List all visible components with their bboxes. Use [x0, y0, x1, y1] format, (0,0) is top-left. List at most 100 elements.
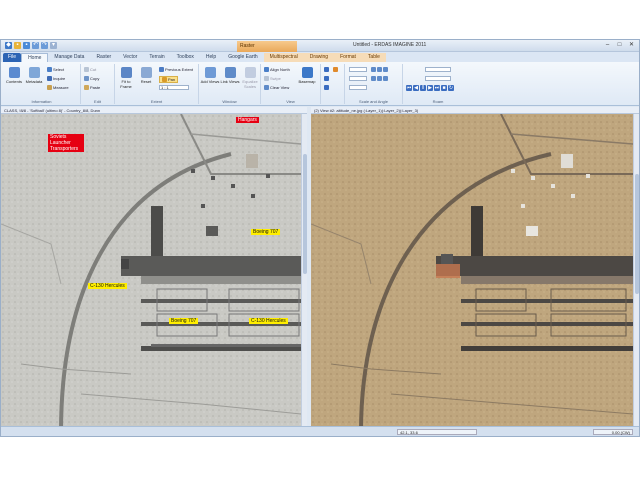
quick-access-toolbar: ◆ ▪ ▪ ↶ ↷ ▾ [5, 42, 57, 49]
app-icon[interactable]: ◆ [5, 42, 12, 49]
pan-hand-icon [162, 77, 167, 83]
rotation-input[interactable] [349, 85, 367, 90]
zoom-roam-button[interactable] [333, 67, 339, 73]
open-icon[interactable]: ▪ [14, 42, 21, 49]
paste-button[interactable]: Paste [84, 85, 100, 91]
annotation-hangars[interactable]: Hangars [236, 117, 259, 123]
clear-view-button[interactable]: Clear View [264, 85, 290, 91]
add-views-button[interactable]: Add Views [200, 67, 220, 84]
scale-input[interactable] [349, 67, 367, 72]
tab-terrain[interactable]: Terrain [143, 53, 170, 62]
contents-label: Contents [5, 79, 22, 84]
scale-field[interactable]: 1 : 1 [159, 85, 189, 90]
view-1-scrollbar[interactable] [301, 114, 307, 432]
previous-extent-icon [159, 67, 164, 73]
angle-buttons[interactable] [371, 76, 389, 82]
view-1-map[interactable]: Soviets Launcher Transporters Hangars Bo… [1, 114, 301, 432]
stop-icon[interactable]: ■ [441, 85, 447, 91]
scale-buttons[interactable] [371, 67, 389, 73]
zoom-out-button[interactable] [324, 76, 330, 82]
coordinate-readout: 42.1, 33.6 [397, 429, 477, 435]
link-views-label: Link Views [220, 79, 240, 84]
pan-button[interactable]: Pan [159, 76, 179, 84]
reset-label: Reset [140, 79, 152, 84]
tab-google-earth[interactable]: Google Earth [222, 53, 263, 62]
view-1-scroll-thumb[interactable] [303, 154, 307, 274]
rewind-icon[interactable]: ◀ [413, 85, 419, 91]
link-views-button[interactable]: Link Views [220, 67, 240, 84]
copy-button[interactable]: Copy [84, 76, 100, 82]
basemap-label: Basemap [298, 79, 316, 84]
view-1-image [1, 114, 301, 432]
clear-view-icon [264, 85, 269, 91]
group-label-roam: Roam [432, 99, 444, 104]
status-bar: 42.1, 33.6 0.00 (CW) [1, 426, 639, 436]
view-2-scrollbar[interactable] [633, 114, 639, 432]
tab-multispectral[interactable]: Multispectral [263, 53, 304, 62]
zoom-in-button[interactable] [324, 67, 330, 73]
tab-format[interactable]: Format [334, 53, 362, 62]
reset-button[interactable]: Reset [136, 67, 156, 84]
inquire-icon [47, 76, 52, 82]
metadata-button[interactable]: Metadata [24, 67, 44, 84]
annotation-boeing-707-2[interactable]: Boeing 707 [169, 318, 199, 324]
annotation-c130-2[interactable]: C-130 Hercules [249, 318, 288, 324]
align-north-button[interactable]: Align North [264, 67, 290, 73]
group-view: Align North Swipe Clear View Basemap Vie… [261, 64, 321, 104]
measure-button[interactable]: Measure [47, 85, 69, 91]
swipe-button[interactable]: Swipe [264, 76, 281, 82]
tab-home[interactable]: Home [21, 53, 49, 62]
tab-toolbox[interactable]: Toolbox [171, 53, 200, 62]
minimize-icon[interactable]: – [604, 42, 611, 49]
tab-file[interactable]: File [3, 53, 22, 62]
roam-nav-controls: ⏮ ◀ ‖ ▶ ⏭ ■ ↻ [406, 85, 455, 91]
first-icon[interactable]: ⏮ [406, 85, 412, 91]
zoom-fixed-button[interactable] [324, 85, 330, 91]
view-2-map[interactable] [311, 114, 633, 432]
fit-to-frame-button[interactable]: Fit to Frame [116, 67, 136, 89]
group-label-edit: Edit [94, 99, 101, 104]
roam-step-field[interactable] [425, 76, 451, 81]
tab-drawing[interactable]: Drawing [303, 53, 335, 62]
tab-vector[interactable]: Vector [117, 53, 143, 62]
tab-raster[interactable]: Raster [90, 53, 117, 62]
undo-icon[interactable]: ↶ [32, 42, 39, 49]
zoom-roam-icon [333, 67, 338, 73]
select-label: Select [53, 67, 65, 72]
pause-icon[interactable]: ‖ [420, 85, 426, 91]
copy-label: Copy [90, 76, 100, 81]
roam-speed-field[interactable] [425, 67, 451, 72]
swipe-icon [264, 76, 269, 82]
last-icon[interactable]: ⏭ [434, 85, 440, 91]
redo-icon[interactable]: ↷ [41, 42, 48, 49]
inquire-button[interactable]: Inquire [47, 76, 65, 82]
cut-button[interactable]: Cut [84, 67, 96, 73]
equalize-scales-button[interactable]: Equalize Scales [240, 67, 260, 89]
view-2-scroll-thumb[interactable] [635, 174, 639, 294]
annotation-boeing-707-1[interactable]: Boeing 707 [251, 229, 281, 235]
customize-qat-icon[interactable]: ▾ [50, 42, 57, 49]
view-2-header: (2) View #2: altitude_ne.jpg (:Layer_1)(… [311, 107, 639, 114]
basemap-button[interactable]: Basemap [297, 67, 317, 84]
select-icon [47, 67, 52, 73]
annotation-c130-1[interactable]: C-130 Hercules [88, 283, 127, 289]
zoom-in-icon [324, 67, 329, 73]
close-icon[interactable]: ✕ [628, 42, 635, 49]
previous-extent-button[interactable]: Previous Extent [159, 67, 193, 73]
contents-button[interactable]: Contents [4, 67, 24, 84]
loop-icon[interactable]: ↻ [448, 85, 454, 91]
maximize-icon[interactable]: □ [616, 42, 623, 49]
select-button[interactable]: Select [47, 67, 65, 73]
angle-input[interactable] [349, 76, 367, 81]
swipe-label: Swipe [270, 76, 281, 81]
tab-manage-data[interactable]: Manage Data [48, 53, 90, 62]
tab-table[interactable]: Table [361, 53, 386, 62]
play-icon[interactable]: ▶ [427, 85, 433, 91]
save-icon[interactable]: ▪ [23, 42, 30, 49]
clear-view-label: Clear View [270, 85, 290, 90]
tab-help[interactable]: Help [200, 53, 222, 62]
window-title: Untitled - ERDAS IMAGINE 2011 [353, 42, 427, 48]
align-north-label: Align North [270, 67, 290, 72]
group-extent: Fit to Frame Reset Previous Extent Pan 1… [115, 64, 199, 104]
annotation-launcher-transporters[interactable]: Soviets Launcher Transporters [48, 134, 84, 152]
